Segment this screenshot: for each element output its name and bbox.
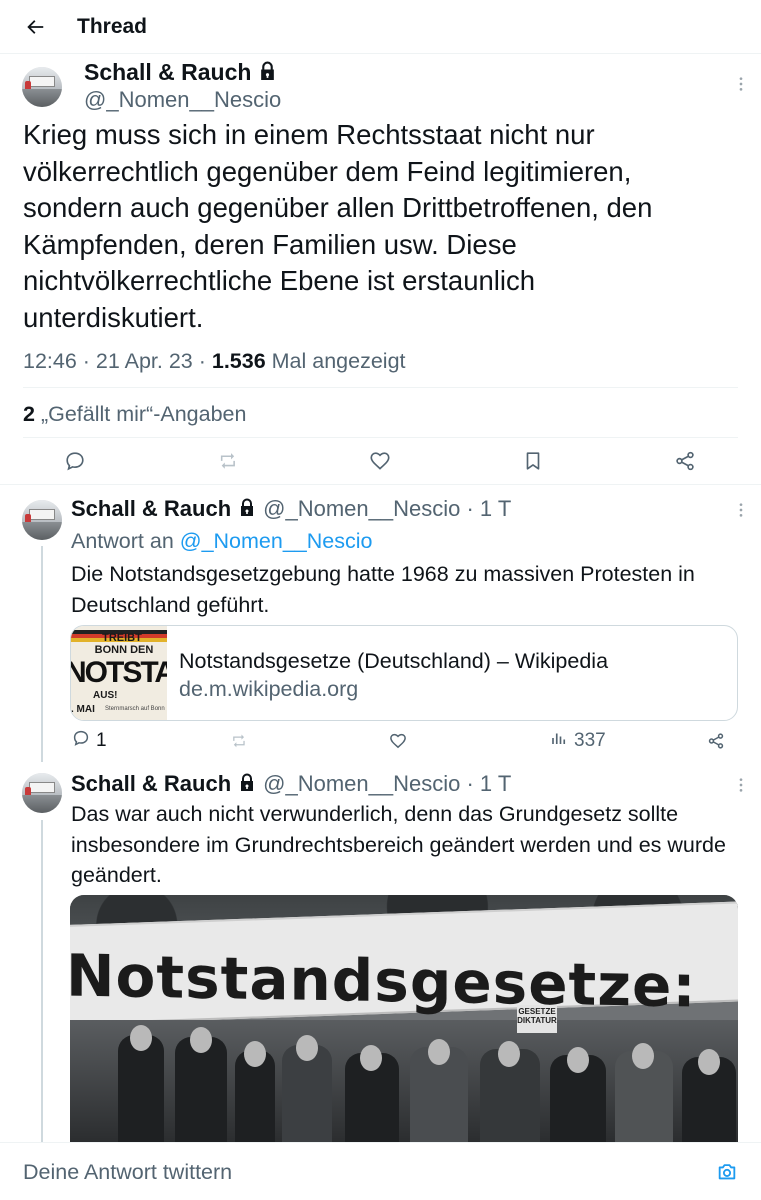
retweet-icon-disabled bbox=[230, 729, 248, 753]
like-heart-icon[interactable] bbox=[389, 729, 407, 753]
reply-input-placeholder[interactable]: Deine Antwort twittern bbox=[23, 1159, 232, 1185]
reply-icon[interactable] bbox=[63, 449, 87, 473]
divider bbox=[23, 387, 738, 388]
lock-icon bbox=[239, 770, 255, 798]
page-title: Thread bbox=[77, 15, 148, 38]
avatar[interactable] bbox=[22, 67, 62, 107]
photo-sign: GESETZE DIKTATUR bbox=[517, 1005, 557, 1033]
reply-to-label: Antwort an bbox=[71, 529, 180, 553]
lock-icon bbox=[259, 58, 276, 86]
tweet-text: Das war auch nicht verwunderlich, denn d… bbox=[71, 802, 726, 887]
header-bar: Thread bbox=[0, 0, 761, 54]
thread-connector-line bbox=[41, 820, 43, 1142]
link-card-domain: de.m.wikipedia.org bbox=[179, 677, 359, 701]
views-count: 1.536 bbox=[211, 349, 266, 373]
tweet-action-bar bbox=[0, 446, 761, 476]
back-arrow-icon[interactable] bbox=[22, 14, 48, 40]
tweet-photo[interactable]: Notstandsgesetze: GESETZE DIKTATUR bbox=[70, 895, 738, 1145]
reply-count: 1 bbox=[96, 730, 107, 751]
more-options-icon[interactable] bbox=[731, 500, 751, 520]
author-handle[interactable]: @_Nomen__Nescio bbox=[84, 87, 281, 113]
share-icon[interactable] bbox=[707, 729, 725, 753]
share-icon[interactable] bbox=[673, 449, 697, 473]
tweet-timestamp[interactable]: 12:46 · 21 Apr. 23 · bbox=[23, 349, 212, 373]
views-button[interactable]: 337 bbox=[550, 729, 606, 753]
reply-to-line: Antwort an @_Nomen__Nescio bbox=[71, 527, 372, 555]
reply-button[interactable]: 1 bbox=[72, 729, 107, 753]
reply-header: Schall & Rauch @_Nomen__Nescio · 1 T bbox=[71, 770, 511, 798]
camera-icon[interactable] bbox=[716, 1161, 738, 1183]
likes-label: „Gefällt mir“-Angaben bbox=[34, 402, 247, 426]
reply-compose-bar[interactable]: Deine Antwort twittern bbox=[0, 1142, 761, 1200]
more-options-icon[interactable] bbox=[731, 775, 751, 795]
reply-header: Schall & Rauch @_Nomen__Nescio · 1 T bbox=[71, 495, 511, 523]
thumb-text: NOTSTAND bbox=[71, 656, 167, 689]
thumb-text: . MAI bbox=[71, 704, 95, 715]
retweet-icon-disabled bbox=[216, 449, 240, 473]
views-chart-icon bbox=[550, 729, 568, 753]
reply-icon bbox=[72, 729, 90, 753]
avatar[interactable] bbox=[22, 500, 62, 540]
views-label: Mal angezeigt bbox=[265, 349, 406, 373]
tweet-text: Die Notstandsgesetzgebung hatte 1968 zu … bbox=[71, 562, 695, 617]
bookmark-icon[interactable] bbox=[521, 449, 545, 473]
avatar[interactable] bbox=[22, 773, 62, 813]
divider bbox=[23, 437, 738, 438]
author-name-text[interactable]: Schall & Rauch bbox=[84, 58, 251, 86]
author-handle-time[interactable]: @_Nomen__Nescio · 1 T bbox=[263, 495, 511, 523]
likes-summary[interactable]: 2 „Gefällt mir“-Angaben bbox=[23, 400, 246, 428]
reply-to-mention[interactable]: @_Nomen__Nescio bbox=[180, 529, 373, 553]
thumb-text: AUS! bbox=[93, 690, 118, 701]
link-preview-card[interactable]: TREIBT BONN DEN NOTSTAND AUS! . MAI Ster… bbox=[70, 625, 738, 721]
like-heart-icon[interactable] bbox=[368, 449, 392, 473]
link-card-title: Notstandsgesetze (Deutschland) – Wikiped… bbox=[179, 649, 609, 673]
tweet-text: Krieg muss sich in einem Rechtsstaat nic… bbox=[23, 119, 653, 333]
photo-banner-text: Notstandsgesetze: bbox=[70, 941, 697, 1021]
lock-icon bbox=[239, 495, 255, 523]
link-card-thumbnail: TREIBT BONN DEN NOTSTAND AUS! . MAI Ster… bbox=[71, 626, 167, 720]
tweet-meta: 12:46 · 21 Apr. 23 · 1.536 Mal angezeigt bbox=[23, 347, 406, 375]
author-handle-time[interactable]: @_Nomen__Nescio · 1 T bbox=[263, 770, 511, 798]
thumb-text: TREIBT bbox=[102, 632, 142, 644]
author-name-text[interactable]: Schall & Rauch bbox=[71, 770, 231, 798]
divider bbox=[0, 484, 761, 485]
likes-count: 2 bbox=[23, 402, 35, 426]
author-name-text[interactable]: Schall & Rauch bbox=[71, 495, 231, 523]
author-name[interactable]: Schall & Rauch bbox=[84, 58, 276, 86]
reply-action-bar: 1 337 bbox=[0, 729, 761, 753]
view-count: 337 bbox=[574, 730, 606, 751]
thumb-text: Sternmarsch auf Bonn bbox=[105, 706, 165, 712]
thumb-text: BONN DEN bbox=[94, 644, 154, 656]
more-options-icon[interactable] bbox=[731, 74, 751, 94]
